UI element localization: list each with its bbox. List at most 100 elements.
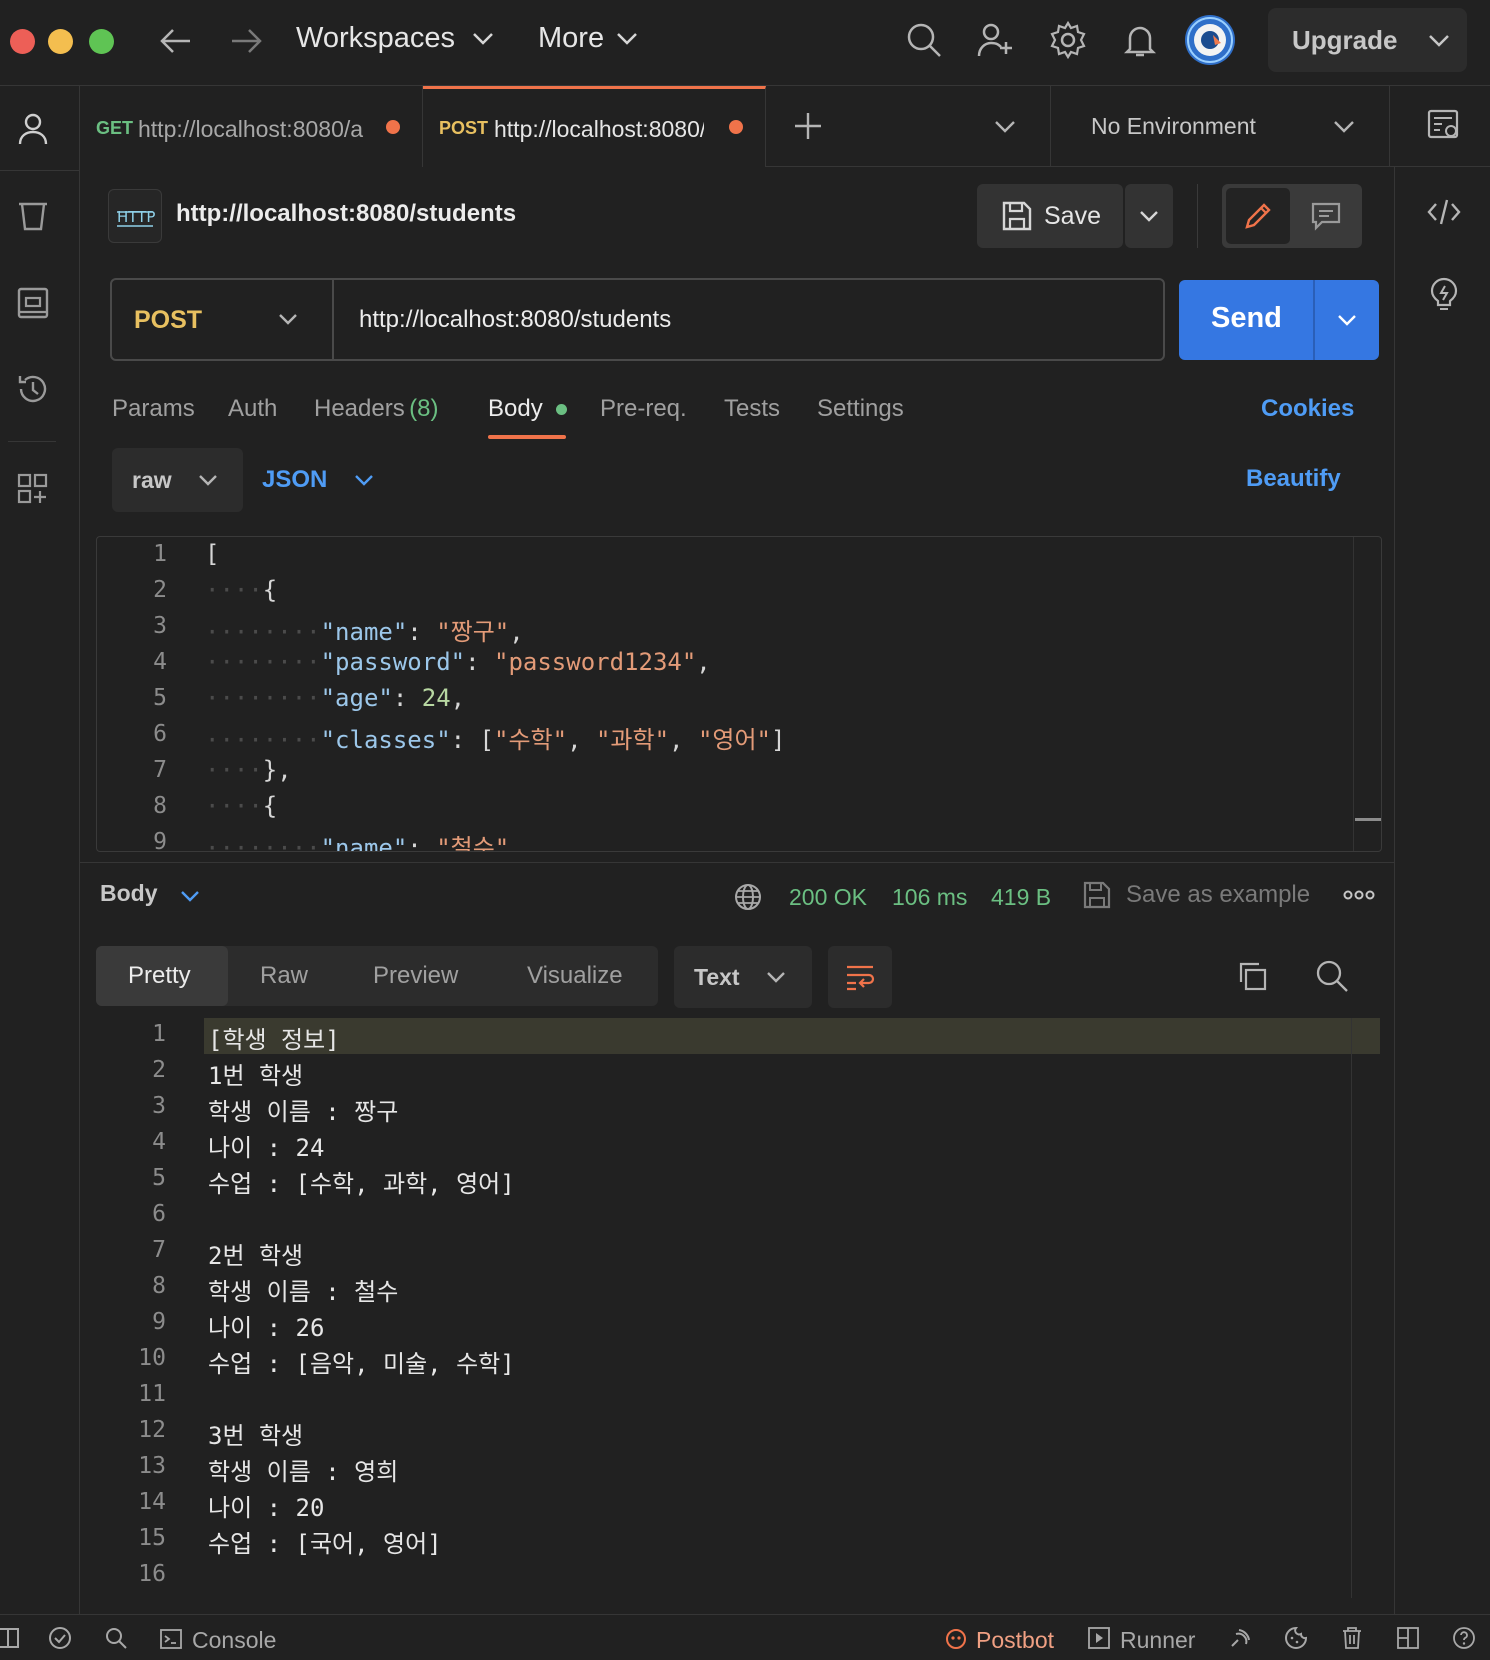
mock-server-icon[interactable] [16,286,50,320]
headers-count: (8) [409,395,439,422]
trash-collection-icon[interactable] [16,199,50,233]
response-time[interactable]: 106 ms [892,884,967,911]
method-label: POST [134,306,203,334]
request-name[interactable]: http://localhost:8080/students [176,200,516,228]
request-body-editor[interactable]: 1 [2 ····{3 ········"name": "짱구", 4 ········"… [96,536,1382,852]
comment-icon [1311,202,1341,231]
tab-tests[interactable]: Tests [724,395,780,423]
request-tab-get[interactable]: GET http://localhost:8080/a [80,86,423,167]
response-line-text: 수업 : [음악, 미술, 수학] [208,1350,515,1378]
capture-requests-icon[interactable] [1228,1626,1252,1650]
history-icon[interactable] [16,372,50,406]
beautify-button[interactable]: Beautify [1246,465,1341,493]
response-line-number: 10 [138,1345,166,1371]
left-sidebar [0,86,80,1614]
comments-button[interactable] [1294,188,1358,244]
chevron-down-icon [181,891,199,902]
help-icon[interactable] [1452,1626,1476,1650]
console-icon [160,1629,182,1649]
response-line-number: 4 [152,1129,166,1155]
find-icon[interactable] [104,1626,128,1650]
wrap-lines-button[interactable] [828,946,892,1008]
editor-scrollbar-thumb[interactable] [1355,818,1381,821]
network-globe-icon[interactable] [733,882,763,912]
back-arrow-icon[interactable] [158,24,194,58]
response-body-viewer[interactable]: 1 [학생 정보] 2 1번 학생 3 학생 이름 : 짱구 4 나이 : 24 5 수업 : [… [80,1018,1380,1598]
response-scrollbar-track [1351,1018,1352,1598]
more-options-icon[interactable] [1343,888,1375,902]
add-apps-icon[interactable] [16,472,50,506]
chevron-down-icon [617,33,637,45]
chevron-down-icon [767,972,785,983]
new-tab-plus-icon[interactable] [792,110,824,142]
response-line-number: 12 [138,1417,166,1443]
tab-body[interactable]: Body [488,395,567,423]
view-tab-raw[interactable]: Raw [260,962,308,990]
tab-params[interactable]: Params [112,395,195,423]
avatar[interactable] [1185,15,1235,65]
tab-headers[interactable]: Headers (8) [314,395,439,423]
settings-gear-icon[interactable] [1048,20,1088,60]
minimize-window-button[interactable] [48,29,73,54]
tab-settings[interactable]: Settings [817,395,904,423]
response-body-select[interactable]: Body [100,880,199,907]
environment-selector[interactable]: No Environment [1050,86,1390,167]
body-language-select[interactable]: JSON [262,448,382,512]
response-format-label: Text [694,964,740,990]
response-line-number: 9 [152,1309,166,1335]
status-bar: Console Postbot Runner [0,1614,1490,1660]
chevron-down-icon[interactable] [1337,314,1357,327]
search-icon[interactable] [1314,958,1350,994]
active-tab-underline [488,435,566,439]
response-line-number: 5 [152,1165,166,1191]
url-bar: POST http://localhost:8080/students [110,278,1165,361]
forward-arrow-icon[interactable] [228,24,264,58]
copy-icon[interactable] [1236,960,1268,992]
editor-line-text: ········"password": "password1234", [205,648,711,676]
upgrade-button[interactable]: Upgrade [1268,8,1467,72]
cookies-icon[interactable] [1284,1626,1308,1650]
toggle-sidebar-icon[interactable] [0,1627,22,1649]
online-status-icon[interactable] [48,1626,72,1650]
postbot-icon [946,1629,966,1649]
environment-quick-look-icon[interactable] [1426,108,1460,142]
response-format-select[interactable]: Text [674,946,812,1008]
code-snippet-icon[interactable] [1426,197,1462,227]
view-tab-visualize[interactable]: Visualize [527,962,623,990]
chevron-down-icon [1140,211,1158,222]
body-mode-select[interactable]: raw [112,448,243,512]
invite-user-icon[interactable] [976,20,1016,60]
user-icon[interactable] [16,112,50,146]
response-body-label: Body [100,880,158,906]
notification-bell-icon[interactable] [1120,20,1160,60]
edit-mode-button[interactable] [1226,188,1290,244]
tab-auth[interactable]: Auth [228,395,277,423]
response-line-text: 나이 : 20 [208,1494,325,1522]
save-options-button[interactable] [1125,184,1173,248]
method-selector[interactable]: POST [112,280,334,359]
trash-icon[interactable] [1340,1626,1364,1650]
lightbulb-icon[interactable] [1428,277,1460,313]
request-tab-post[interactable]: POST http://localhost:8080/ [423,86,766,167]
view-tab-pretty[interactable]: Pretty [96,946,228,1006]
save-button[interactable]: Save [977,184,1123,248]
cookies-link[interactable]: Cookies [1261,395,1354,423]
response-status[interactable]: 200 OK [789,884,867,911]
url-input[interactable]: http://localhost:8080/students [359,306,671,334]
send-button[interactable]: Send [1179,280,1379,360]
editor-line-number: 7 [153,757,167,783]
mode-toggle [1222,184,1362,248]
response-size[interactable]: 419 B [991,884,1051,911]
two-pane-view-icon[interactable] [1396,1626,1420,1650]
runner-label: Runner [1120,1627,1196,1653]
response-line-number: 13 [138,1453,166,1479]
pane-divider[interactable] [80,862,1394,863]
body-mode-label: raw [132,467,172,493]
tab-prereq[interactable]: Pre-req. [600,395,687,423]
maximize-window-button[interactable] [89,29,114,54]
search-icon[interactable] [904,20,944,60]
tabs-overflow-chevron-icon[interactable] [994,120,1016,134]
response-line-number: 6 [152,1201,166,1227]
close-window-button[interactable] [10,29,35,54]
view-tab-preview[interactable]: Preview [373,962,458,990]
